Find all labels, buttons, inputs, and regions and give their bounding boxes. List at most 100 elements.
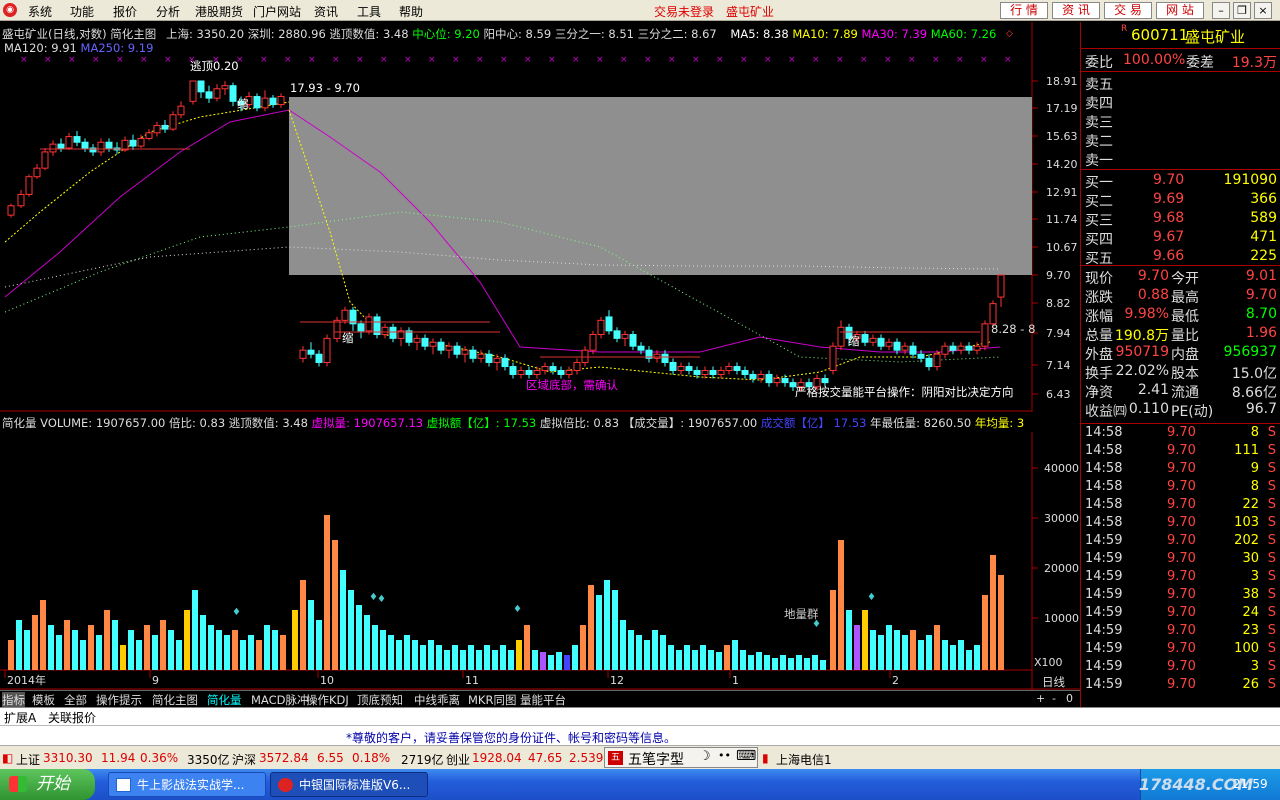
volume-bar [652, 630, 658, 670]
tab-indicator[interactable]: 模板 [32, 692, 55, 708]
volume-bar [356, 605, 362, 670]
ime-bar[interactable]: 五 五笔字型 ☽ •• ⌨ [604, 747, 758, 768]
menu-system[interactable]: 系统 [28, 3, 52, 20]
tab-indicator[interactable]: 全部 [64, 692, 87, 708]
period-label[interactable]: 日线 [1042, 674, 1065, 690]
volume-bar [974, 645, 980, 670]
market-button[interactable]: 行 情 [1000, 2, 1048, 19]
volume-bar [264, 625, 270, 670]
news-button[interactable]: 资 讯 [1052, 2, 1100, 19]
moon-icon[interactable]: ☽ [699, 749, 711, 764]
volume-bar [668, 645, 674, 670]
zoom-out-icon[interactable]: - [1052, 692, 1056, 705]
stat-value: 9.01 [1245, 268, 1277, 284]
tick-row: 14:59 9.70 38 S [1081, 587, 1280, 605]
candle [153, 124, 161, 134]
tab-indicator[interactable]: 简化主图 [152, 692, 198, 708]
candle [661, 353, 669, 363]
menu-quote[interactable]: 报价 [113, 3, 137, 20]
tab-indicator[interactable]: 操作提示 [96, 692, 142, 708]
task-trading-app[interactable]: 中银国际标准版V6... [270, 772, 428, 797]
candle [485, 353, 493, 363]
stat-value: 9.70 [1245, 287, 1277, 303]
zoom-in-icon[interactable]: + [1036, 692, 1045, 705]
tab-indicator[interactable]: 指标 [2, 692, 25, 708]
web-button[interactable]: 网 站 [1156, 2, 1204, 19]
keyboard-icon[interactable]: ⌨ [736, 748, 756, 764]
task-browser[interactable]: 牛上影战法实战学... [108, 772, 266, 797]
signal-marker: × [884, 55, 892, 65]
tick-row: 14:59 9.70 3 S [1081, 659, 1280, 677]
tab-extension-a[interactable]: 扩展A [4, 709, 36, 726]
menu-help[interactable]: 帮助 [399, 3, 423, 20]
restore-icon[interactable]: ❐ [1233, 2, 1251, 19]
volume-marker: ♦ [513, 604, 522, 615]
tab-indicator[interactable]: MKR同图 [468, 692, 516, 708]
volume-bar [396, 640, 402, 670]
price-tick: 6.43 [1046, 388, 1071, 401]
menu-news[interactable]: 资讯 [314, 3, 338, 20]
menu-function[interactable]: 功能 [70, 3, 94, 20]
candle [7, 205, 15, 216]
tab-indicator[interactable]: 量能平台 [520, 692, 566, 708]
signal-marker: × [908, 55, 916, 65]
candle [33, 167, 41, 178]
tab-indicator[interactable]: MACD脉冲 [251, 692, 308, 708]
sell-level-label: 卖四 [1085, 96, 1113, 112]
candle [477, 353, 485, 359]
candle [307, 349, 315, 355]
center-level: 中心位: 9.20 [412, 27, 480, 41]
volume-bar [112, 620, 118, 670]
signal-marker: × [140, 55, 148, 65]
signal-marker: × [716, 55, 724, 65]
candle [861, 334, 869, 343]
tab-indicator[interactable]: 中线乖离 [414, 692, 460, 708]
candle [509, 366, 517, 375]
server-name: 上海电信1 [776, 753, 832, 767]
candle [605, 316, 613, 332]
svg-text:◇: ◇ [1006, 29, 1013, 39]
kline-chart[interactable]: 18.91 17.19 15.63 14.20 12.91 11.74 10.67 9.70 8… [0, 22, 1078, 412]
volume-bar [32, 615, 38, 670]
candle [997, 274, 1005, 298]
close-icon[interactable]: × [1254, 2, 1272, 19]
stat-label: 涨跌 [1085, 290, 1113, 306]
tab-related-quote[interactable]: 关联报价 [48, 709, 96, 726]
signal-marker: × [644, 55, 652, 65]
volume-bar [862, 610, 868, 670]
tick-row: 14:59 9.70 26 S [1081, 677, 1280, 695]
tick-time: 14:58 [1085, 515, 1123, 530]
volume-bar [404, 635, 410, 670]
punct-icon[interactable]: •• [718, 749, 731, 762]
tab-indicator[interactable]: 顶底预知 [357, 692, 403, 708]
stat-label: 总量 [1085, 328, 1113, 344]
start-button[interactable]: 开始 [0, 769, 95, 800]
stat-label: PE(动) [1171, 404, 1214, 420]
low-volume-label: 地量群 [784, 607, 819, 621]
menu-hk-futures[interactable]: 港股期货 [195, 3, 243, 20]
candle [893, 341, 901, 351]
minimize-icon[interactable]: – [1212, 2, 1230, 19]
volume-bar [572, 645, 578, 670]
volume-bar [216, 630, 222, 670]
menu-portal[interactable]: 门户网站 [253, 3, 301, 20]
candle [389, 326, 397, 339]
tab-indicator[interactable]: 简化量 [207, 692, 242, 708]
yang-center: 阳中心: 8.59 三分之一: 8.51 三分之二: 8.67 [483, 27, 717, 41]
tick-side: S [1267, 659, 1276, 674]
shrink-label: 缩 [848, 334, 860, 348]
signal-marker: × [356, 55, 364, 65]
volume-bar [200, 615, 206, 670]
volume-bar [104, 610, 110, 670]
reset-icon[interactable]: 0 [1066, 692, 1073, 705]
trade-button[interactable]: 交 易 [1104, 2, 1152, 19]
candle [357, 323, 365, 332]
volume-bar [292, 610, 298, 670]
tick-side: S [1267, 623, 1276, 638]
volume-chart[interactable]: 40000 30000 20000 10000 2014年 9 10 11 12 1 2 ♦ ♦ ♦ ♦ ♦ ♦… [0, 432, 1080, 690]
volume-bar [902, 635, 908, 670]
menu-analysis[interactable]: 分析 [156, 3, 180, 20]
candle [925, 357, 933, 368]
menu-tools[interactable]: 工具 [357, 3, 381, 20]
tab-indicator[interactable]: 操作KDJ [306, 692, 349, 708]
